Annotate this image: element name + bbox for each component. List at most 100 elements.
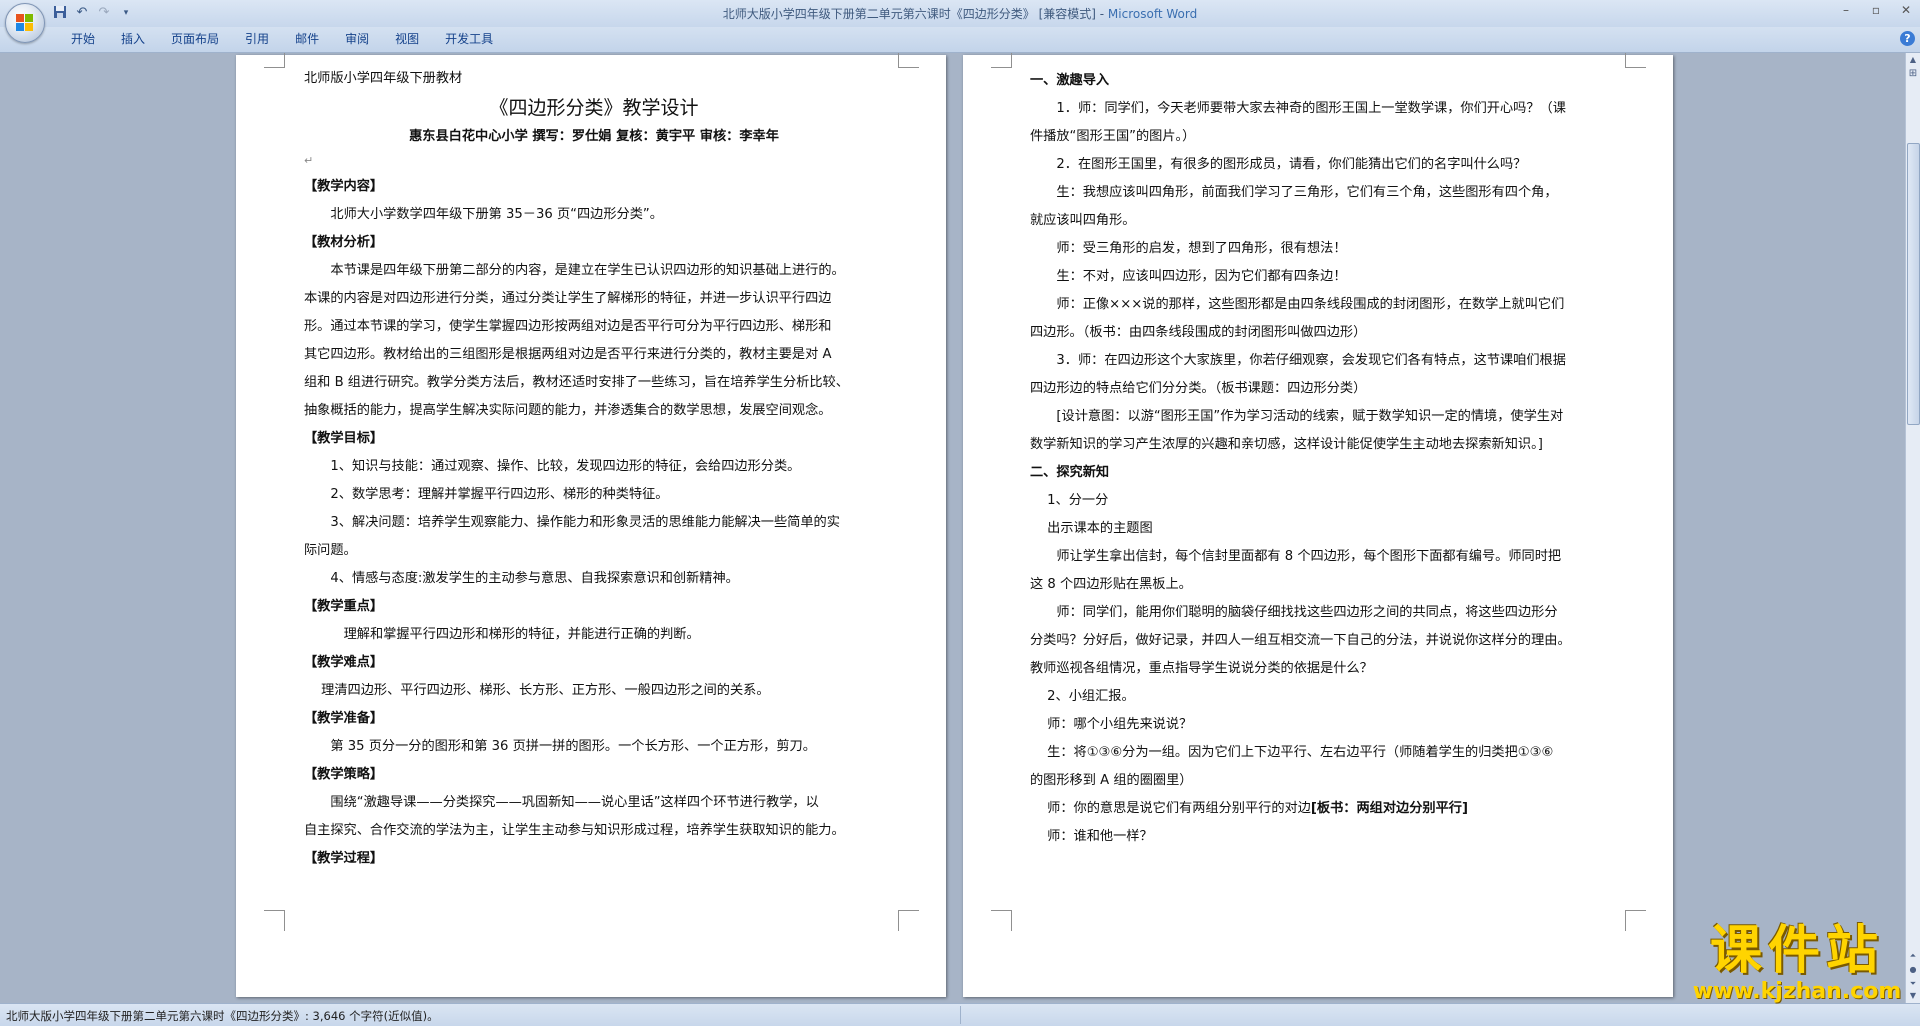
text-segment: 师：你的意思是说它们有两组分别平行的对边	[1047, 801, 1311, 816]
tab-developer[interactable]: 开发工具	[432, 31, 506, 48]
window-title-app: Microsoft Word	[1107, 7, 1198, 21]
heading-strategy: 【教学策略】	[304, 767, 384, 782]
window-title: 北师大版小学四年级下册第二单元第六课时《四边形分类》 [兼容模式] - Micr…	[0, 5, 1920, 22]
close-icon[interactable]: ✕	[1898, 3, 1914, 17]
analysis-line: 抽象概括的能力，提高学生解决实际问题的能力，并渗透集合的数学思想，发展空间观念。	[304, 403, 832, 418]
window-title-doc: 北师大版小学四年级下册第二单元第六课时《四边形分类》 [兼容模式] -	[722, 7, 1108, 21]
preparation-text: 第 35 页分一分的图形和第 36 页拼一拼的图形。一个长方形、一个正方形，剪刀…	[330, 739, 816, 754]
window-controls: – ▫ ✕	[1838, 3, 1914, 17]
goal-line: 际问题。	[304, 543, 357, 558]
heading-analysis: 【教材分析】	[304, 235, 384, 250]
text-line: 师让学生拿出信封，每个信封里面都有 8 个四边形，每个图形下面都有编号。师同时把	[1056, 549, 1562, 564]
text-line: 1．师：同学们，今天老师要带大家去神奇的图形王国上一堂数学课，你们开心吗？（课	[1056, 101, 1566, 116]
text-line: 3．师：在四边形这个大家族里，你若仔细观察，会发现它们各有特点，这节课咱们根据	[1056, 353, 1566, 368]
strategy-line: 自主探究、合作交流的学法为主，让学生主动参与知识形成过程，培养学生获取知识的能力…	[304, 823, 845, 838]
scroll-up-icon[interactable]: ▲	[1906, 53, 1920, 67]
office-button[interactable]	[5, 3, 45, 43]
design-intent-line: [设计意图：以游“图形王国”作为学习活动的线索，赋于数学知识一定的情境，使学生对	[1056, 409, 1564, 424]
text-line: 生：不对，应该叫四边形，因为它们都有四条边！	[1056, 269, 1347, 284]
margin-corner	[264, 910, 285, 931]
document-title: 《四边形分类》教学设计	[489, 97, 699, 119]
margin-corner	[264, 53, 285, 68]
analysis-line: 形。通过本节课的学习，使学生掌握四边形按两组对边是否平行可分为平行四边形、梯形和	[304, 319, 832, 334]
text-line: 出示课本的主题图	[1047, 521, 1153, 536]
watermark-logo: 课件站 www.kjzhan.com	[1686, 922, 1908, 1004]
strategy-line: 围绕“激趣导课——分类探究——巩固新知——说心里话”这样四个环节进行教学，以	[330, 795, 819, 810]
margin-corner	[991, 910, 1012, 931]
goal-line: 3、解决问题：培养学生观察能力、操作能力和形象灵活的思维能力能解决一些简单的实	[330, 515, 840, 530]
analysis-line: 本节课是四年级下册第二部分的内容，是建立在学生已认识四边形的知识基础上进行的。	[330, 263, 845, 278]
browse-object-icon[interactable]: ●	[1906, 963, 1920, 977]
text-line: 2．在图形王国里，有很多的图形成员，请看，你们能猜出它们的名字叫什么吗？	[1056, 157, 1527, 172]
text-line: 生：我想应该叫四角形，前面我们学习了三角形，它们有三个角，这些图形有四个角，	[1056, 185, 1558, 200]
text-line: 件播放“图形王国”的图片。）	[1030, 129, 1196, 144]
margin-corner	[991, 53, 1012, 68]
goal-line: 2、数学思考：理解并掌握平行四边形、梯形的种类特征。	[330, 487, 669, 502]
analysis-line: 其它四边形。教材给出的三组图形是根据两组对边是否平行来进行分类的，教材主要是对 …	[304, 347, 832, 362]
ribbon: 开始 插入 页面布局 引用 邮件 审阅 视图 开发工具 ?	[0, 27, 1920, 53]
heading-key-points: 【教学重点】	[304, 599, 384, 614]
design-intent-line: 数学新知识的学习产生浓厚的兴趣和亲切感，这样设计能促使学生主动地去探索新知识。]	[1030, 437, 1543, 452]
difficulties-text: 理清四边形、平行四边形、梯形、长方形、正方形、一般四边形之间的关系。	[321, 683, 770, 698]
analysis-line: 本课的内容是对四边形进行分类，通过分类让学生了解梯形的特征，并进一步认识平行四边	[304, 291, 832, 306]
text-line: 师：正像×××说的那样，这些图形都是由四条线段围成的封闭图形，在数学上就叫它们	[1056, 297, 1565, 312]
watermark-url: www.kjzhan.com	[1692, 979, 1902, 1004]
section-heading: 一、激趣导入	[1030, 73, 1110, 88]
margin-corner	[898, 53, 919, 68]
goal-line: 4、情感与态度:激发学生的主动参与意思、自我探索意识和创新精神。	[330, 571, 739, 586]
page-2-content[interactable]: 一、激趣导入 1．师：同学们，今天老师要带大家去神奇的图形王国上一堂数学课，你们…	[1030, 67, 1620, 851]
text-line: 教师巡视各组情况，重点指导学生说说分类的依据是什么？	[1030, 661, 1373, 676]
tab-view[interactable]: 视图	[382, 31, 432, 48]
heading-goals: 【教学目标】	[304, 431, 384, 446]
tab-page-layout[interactable]: 页面布局	[158, 31, 232, 48]
paragraph-content: 北师大小学数学四年级下册第 35－36 页“四边形分类”。	[330, 207, 663, 222]
board-note: [板书：两组对边分别平行]	[1310, 801, 1469, 816]
text-line: 师：受三角形的启发，想到了四角形，很有想法！	[1056, 241, 1347, 256]
document-page-1[interactable]: 北师版小学四年级下册教材 《四边形分类》教学设计 惠东县白花中心小学 撰写：罗仕…	[236, 53, 946, 997]
scroll-down-icon[interactable]: ▼	[1906, 989, 1920, 1003]
previous-page-icon[interactable]: ⏶	[1906, 949, 1920, 963]
heading-content: 【教学内容】	[304, 179, 384, 194]
text-line: 四边形边的特点给它们分分类。（板书课题：四边形分类）	[1030, 381, 1367, 396]
help-icon[interactable]: ?	[1900, 31, 1915, 46]
empty-paragraph: ↵	[304, 154, 314, 167]
page-1-content[interactable]: 北师版小学四年级下册教材 《四边形分类》教学设计 惠东县白花中心小学 撰写：罗仕…	[304, 67, 884, 873]
text-line: 就应该叫四角形。	[1030, 213, 1136, 228]
status-text: 北师大版小学四年级下册第二单元第六课时《四边形分类》: 3,646 个字符(近似…	[6, 1009, 439, 1023]
maximize-icon[interactable]: ▫	[1868, 3, 1884, 17]
margin-corner	[1625, 53, 1646, 68]
text-line: 1、分一分	[1047, 493, 1109, 508]
heading-process: 【教学过程】	[304, 851, 384, 866]
tab-references[interactable]: 引用	[232, 31, 282, 48]
vertical-scrollbar[interactable]: ▲ ⊞ ⏶ ● ⏷ ▼	[1905, 53, 1920, 1003]
minimize-icon[interactable]: –	[1838, 3, 1854, 17]
text-line: 分类吗？分好后，做好记录，并四人一组互相交流一下自己的分法，并说说你这样分的理由…	[1030, 633, 1571, 648]
tab-mailings[interactable]: 邮件	[282, 31, 332, 48]
text-line: 四边形。（板书：由四条线段围成的封闭图形叫做四边形）	[1030, 325, 1367, 340]
heading-difficulties: 【教学难点】	[304, 655, 384, 670]
document-page-2[interactable]: 一、激趣导入 1．师：同学们，今天老师要带大家去神奇的图形王国上一堂数学课，你们…	[963, 53, 1673, 997]
text-line: 2、小组汇报。	[1047, 689, 1135, 704]
margin-corner	[898, 910, 919, 931]
goal-line: 1、知识与技能：通过观察、操作、比较，发现四边形的特征，会给四边形分类。	[330, 459, 801, 474]
tab-home[interactable]: 开始	[58, 31, 108, 48]
header-line: 北师版小学四年级下册教材	[304, 71, 463, 86]
ruler-toggle-icon[interactable]: ⊞	[1906, 67, 1920, 81]
watermark-title: 课件站	[1709, 921, 1884, 981]
text-line: 师：你的意思是说它们有两组分别平行的对边[板书：两组对边分别平行]	[1030, 795, 1620, 823]
text-line: 生：将①③⑥分为一组。因为它们上下边平行、左右边平行（师随着学生的归类把①③⑥	[1047, 745, 1554, 760]
document-workspace[interactable]: 北师版小学四年级下册教材 《四边形分类》教学设计 惠东县白花中心小学 撰写：罗仕…	[0, 53, 1906, 1003]
margin-corner	[1625, 910, 1646, 931]
tab-insert[interactable]: 插入	[108, 31, 158, 48]
text-line: 的图形移到 A 组的圈圈里）	[1030, 773, 1193, 788]
ribbon-tabs: 开始 插入 页面布局 引用 邮件 审阅 视图 开发工具	[58, 31, 506, 48]
scrollbar-thumb[interactable]	[1907, 143, 1920, 425]
key-points-text: 理解和掌握平行四边形和梯形的特征，并能进行正确的判断。	[343, 627, 700, 642]
text-line: 这 8 个四边形贴在黑板上。	[1030, 577, 1192, 592]
status-bar: 北师大版小学四年级下册第二单元第六课时《四边形分类》: 3,646 个字符(近似…	[0, 1003, 1920, 1026]
heading-preparation: 【教学准备】	[304, 711, 384, 726]
text-line: 师：哪个小组先来说说？	[1047, 717, 1193, 732]
text-line: 师：同学们，能用你们聪明的脑袋仔细找找这些四边形之间的共同点，将这些四边形分	[1056, 605, 1558, 620]
tab-review[interactable]: 审阅	[332, 31, 382, 48]
section-heading: 二、探究新知	[1030, 465, 1110, 480]
